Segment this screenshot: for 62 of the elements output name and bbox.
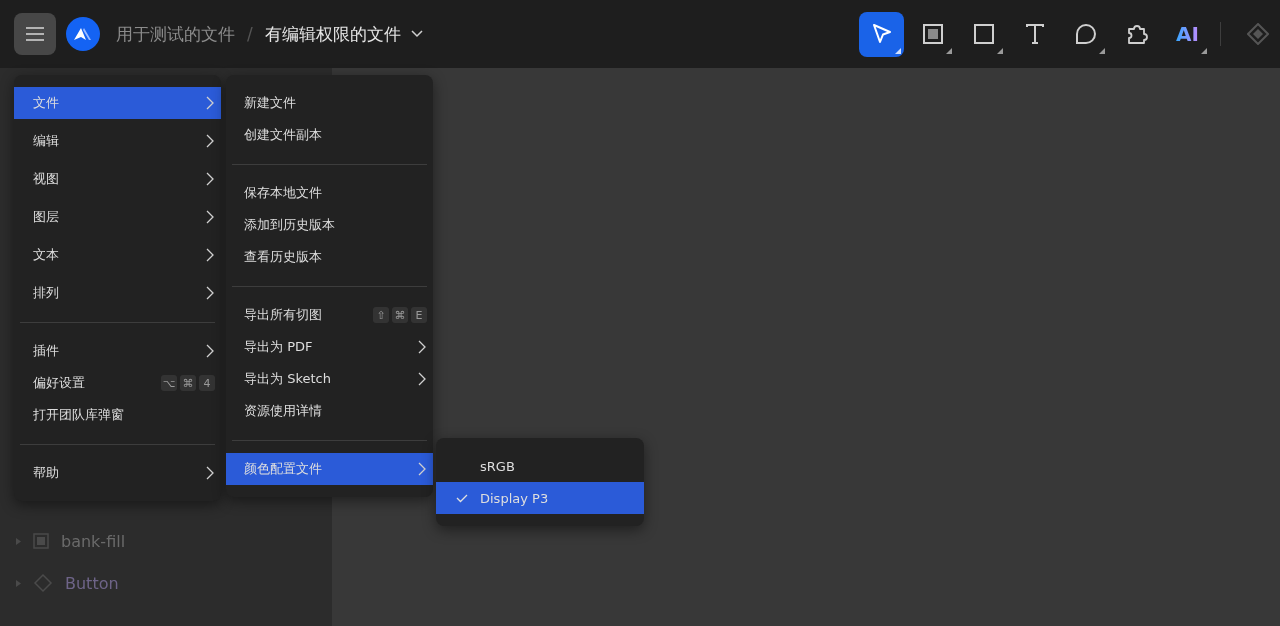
square-icon — [972, 23, 995, 45]
chevron-right-icon — [205, 209, 215, 225]
dropdown-triangle-icon — [997, 47, 1003, 54]
shortcut-key: ⌘ — [392, 307, 408, 323]
breadcrumb-link[interactable]: 用于测试的文件 — [116, 22, 235, 46]
chevron-right-icon — [205, 133, 215, 149]
frame-icon — [921, 23, 944, 45]
breadcrumb-separator: / — [247, 24, 253, 44]
menu-item[interactable]: 导出为 Sketch — [226, 363, 433, 395]
menu-item[interactable]: 文件 — [14, 87, 221, 119]
menu-item[interactable]: 帮助 — [14, 457, 221, 489]
dropdown-triangle-icon — [895, 47, 901, 54]
chevron-right-icon — [205, 343, 215, 359]
dropdown-triangle-icon — [1201, 47, 1207, 54]
menu-item[interactable]: 导出所有切图 ⇧ ⌘ E — [226, 299, 433, 331]
menu-item[interactable]: 视图 — [14, 163, 221, 195]
shortcut-key: ⌘ — [180, 375, 196, 391]
menu-item[interactable]: 插件 — [14, 335, 221, 367]
chevron-right-icon — [417, 339, 427, 355]
toolbar-tool[interactable]: AI — [1165, 11, 1210, 57]
frame-icon — [33, 533, 49, 549]
menu-item[interactable]: sRGB — [436, 450, 644, 482]
menu-item[interactable]: 颜色配置文件 — [226, 453, 433, 485]
file-title[interactable]: 有编辑权限的文件 — [264, 22, 401, 46]
menu-item[interactable]: 导出为 PDF — [226, 331, 433, 363]
menu-item[interactable]: Display P3 — [436, 482, 644, 514]
menu-item[interactable]: 打开团队库弹窗 — [14, 399, 221, 431]
chevron-right-icon — [205, 247, 215, 263]
menu-item[interactable]: 编辑 — [14, 125, 221, 157]
toolbar-tool[interactable] — [859, 11, 904, 57]
menu-item[interactable]: 新建文件 — [226, 87, 433, 119]
menu-item[interactable]: 创建文件副本 — [226, 119, 433, 151]
component-icon — [33, 573, 53, 593]
shortcut-key: E — [411, 307, 427, 323]
chevron-right-icon — [417, 371, 427, 387]
shortcut-key: ⇧ — [373, 307, 389, 323]
puzzle-icon — [1125, 23, 1148, 45]
menu-item[interactable]: 偏好设置 ⌥ ⌘ 4 — [14, 367, 221, 399]
menu-item[interactable]: 查看历史版本 — [226, 241, 433, 273]
menu-item[interactable]: 保存本地文件 — [226, 177, 433, 209]
chevron-right-icon — [205, 95, 215, 111]
component-icon — [1246, 23, 1269, 45]
menu-item[interactable]: 添加到历史版本 — [226, 209, 433, 241]
menu-item[interactable]: 排列 — [14, 277, 221, 309]
shortcut-key: 4 — [199, 375, 215, 391]
dropdown-triangle-icon — [946, 47, 952, 54]
menu-item[interactable]: 资源使用详情 — [226, 395, 433, 427]
menu-item[interactable]: 文本 — [14, 239, 221, 271]
check-icon — [456, 492, 468, 504]
dropdown-triangle-icon — [1099, 47, 1105, 54]
chevron-down-icon[interactable] — [410, 30, 423, 38]
menu-button[interactable] — [14, 13, 56, 55]
menu-icon — [26, 27, 44, 41]
logo-icon — [66, 17, 100, 51]
chevron-right-icon — [205, 285, 215, 301]
speech-bubble-icon — [1074, 23, 1097, 45]
chevron-right-icon — [417, 461, 427, 477]
menu-item[interactable]: 图层 — [14, 201, 221, 233]
chevron-right-icon — [205, 465, 215, 481]
shortcut-key: ⌥ — [161, 375, 177, 391]
chevron-right-icon — [205, 171, 215, 187]
text-icon — [1023, 23, 1046, 45]
